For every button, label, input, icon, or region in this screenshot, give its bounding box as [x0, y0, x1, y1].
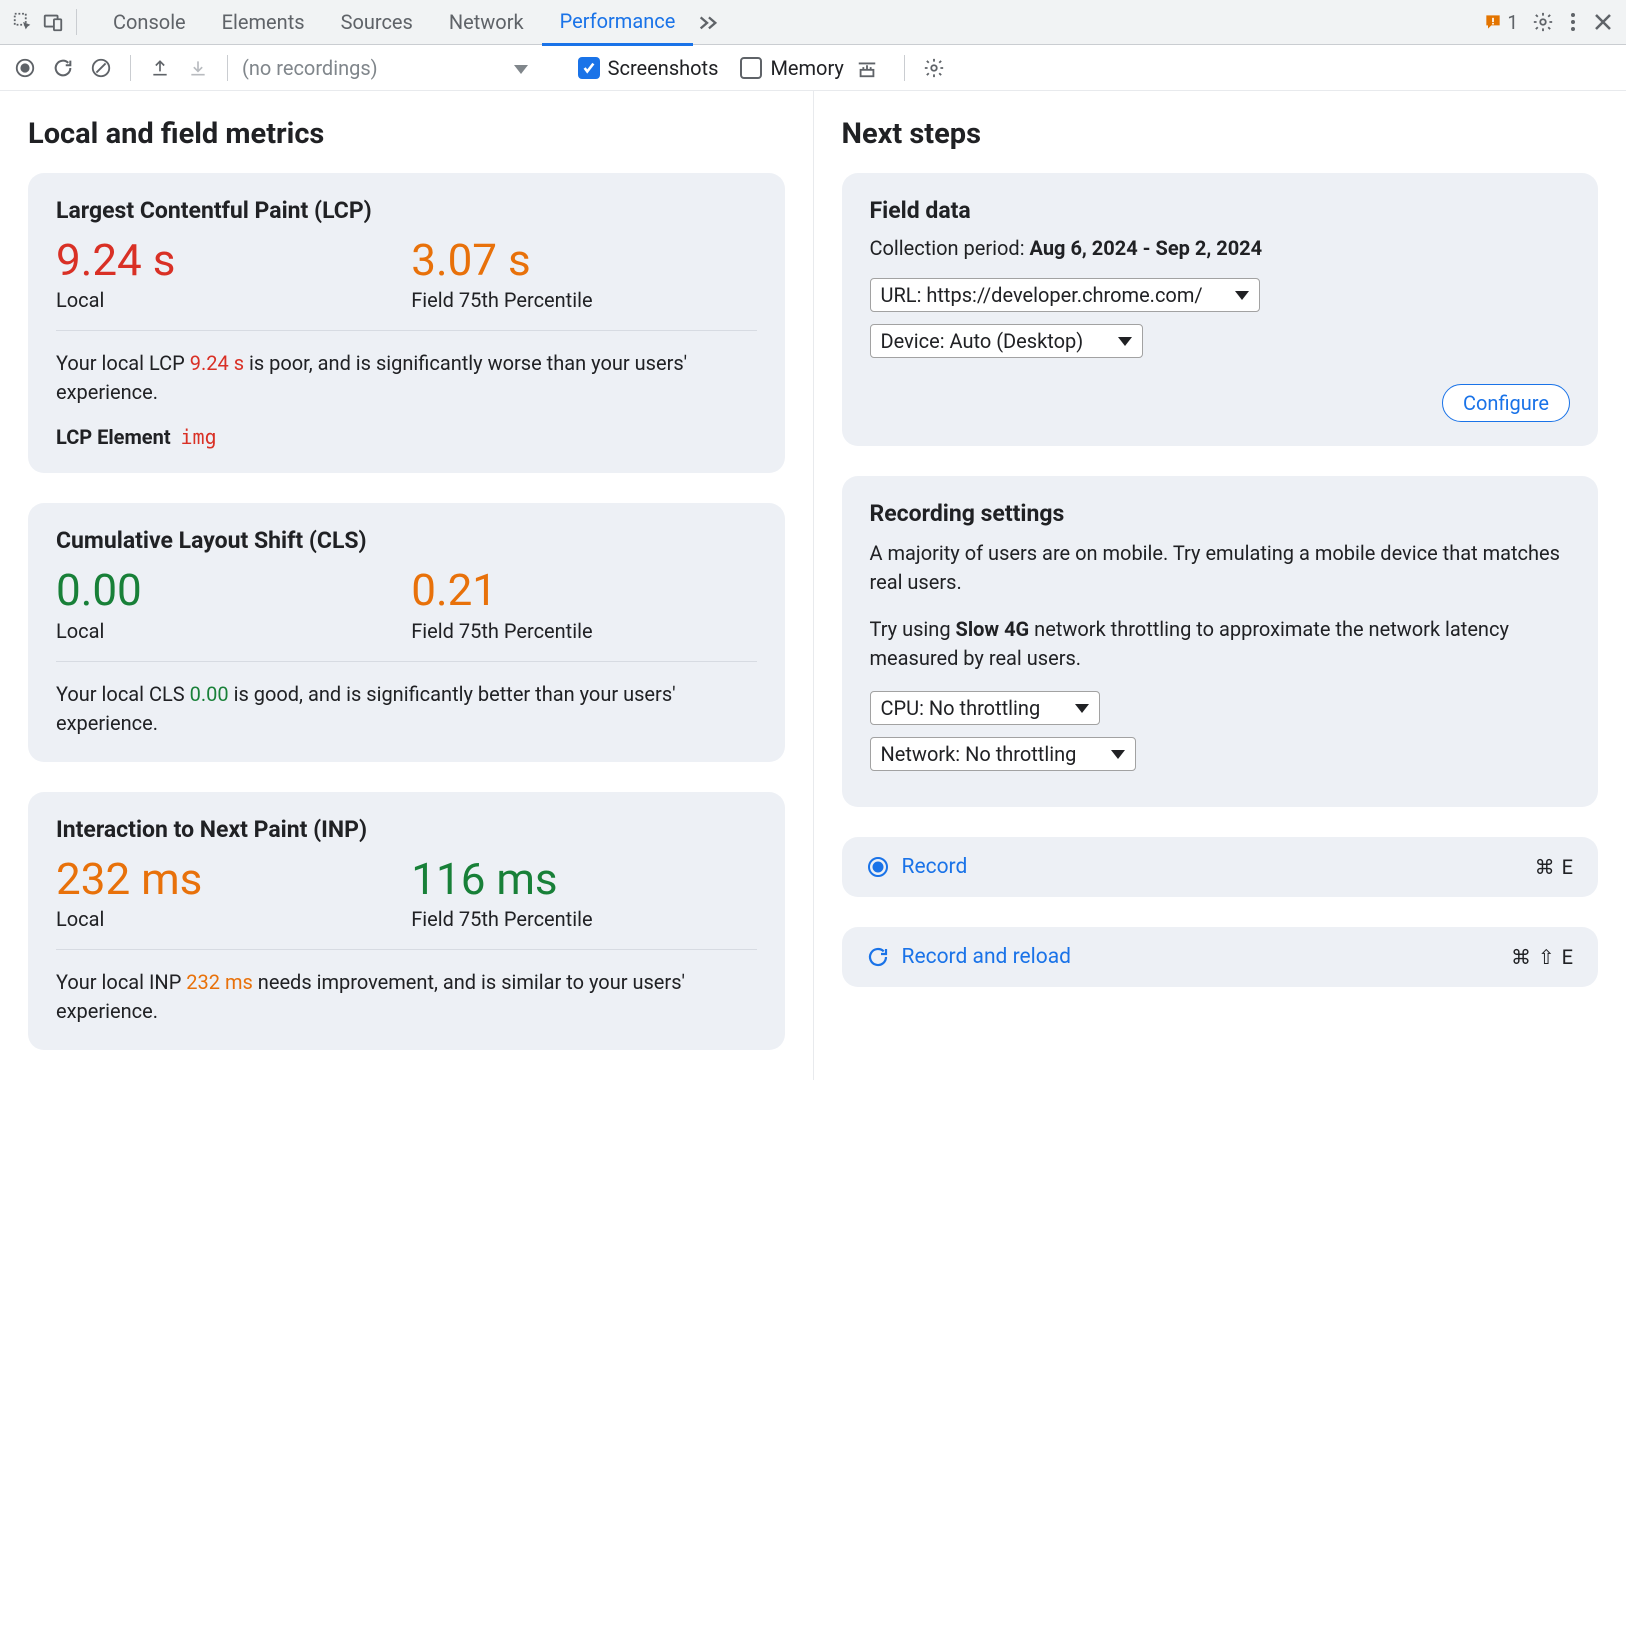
screenshots-label: Screenshots	[608, 56, 719, 80]
device-toggle-icon[interactable]	[38, 7, 68, 37]
lcp-local-value: 9.24 s	[56, 236, 401, 284]
inp-description: Your local INP 232 ms needs improvement,…	[56, 968, 757, 1026]
inp-title: Interaction to Next Paint (INP)	[56, 816, 757, 843]
inspect-icon[interactable]	[8, 7, 38, 37]
record-button[interactable]: Record	[866, 855, 968, 879]
lcp-field-value: 3.07 s	[411, 236, 756, 284]
tab-network[interactable]: Network	[431, 0, 542, 44]
cls-local-value: 0.00	[56, 566, 401, 614]
memory-label: Memory	[770, 56, 843, 80]
kebab-icon[interactable]	[1558, 7, 1588, 37]
tab-elements[interactable]: Elements	[204, 0, 323, 44]
record-reload-label: Record and reload	[902, 945, 1072, 969]
divider	[76, 9, 77, 35]
clear-icon[interactable]	[86, 53, 116, 83]
download-icon[interactable]	[183, 53, 213, 83]
metrics-heading: Local and field metrics	[28, 117, 785, 151]
divider	[904, 55, 905, 81]
lcp-card: Largest Contentful Paint (LCP) 9.24 s Lo…	[28, 173, 785, 473]
next-steps-heading: Next steps	[842, 117, 1599, 151]
divider	[227, 55, 228, 81]
record-reload-button[interactable]: Record and reload	[866, 945, 1072, 969]
garbage-collect-icon[interactable]	[852, 53, 882, 83]
panel-settings-icon[interactable]	[919, 53, 949, 83]
record-reload-action-card: Record and reload ⌘ ⇧ E	[842, 927, 1599, 987]
cls-field-label: Field 75th Percentile	[411, 619, 756, 643]
cls-title: Cumulative Layout Shift (CLS)	[56, 527, 757, 554]
inp-field-value: 116 ms	[411, 855, 756, 903]
record-icon[interactable]	[10, 53, 40, 83]
cls-local-label: Local	[56, 619, 401, 643]
recording-settings-title: Recording settings	[870, 500, 1571, 527]
divider	[130, 55, 131, 81]
lcp-local-label: Local	[56, 288, 401, 312]
tab-sources[interactable]: Sources	[323, 0, 431, 44]
more-tabs-icon[interactable]	[693, 7, 723, 37]
performance-toolbar: (no recordings) Screenshots Memory	[0, 45, 1626, 91]
cls-card: Cumulative Layout Shift (CLS) 0.00 Local…	[28, 503, 785, 761]
gear-icon[interactable]	[1528, 7, 1558, 37]
recording-settings-card: Recording settings A majority of users a…	[842, 476, 1599, 807]
lcp-description: Your local LCP 9.24 s is poor, and is si…	[56, 349, 757, 407]
cls-description: Your local CLS 0.00 is good, and is sign…	[56, 680, 757, 738]
field-data-title: Field data	[870, 197, 1571, 224]
lcp-field-label: Field 75th Percentile	[411, 288, 756, 312]
collection-period: Collection period: Aug 6, 2024 - Sep 2, …	[870, 236, 1571, 260]
screenshots-checkbox[interactable]: Screenshots	[578, 56, 719, 80]
recordings-dropdown-caret[interactable]	[514, 56, 528, 79]
reload-icon[interactable]	[48, 53, 78, 83]
inp-local-value: 232 ms	[56, 855, 401, 903]
network-select[interactable]: Network: No throttling	[870, 737, 1137, 771]
recording-p2: Try using Slow 4G network throttling to …	[870, 615, 1571, 673]
cpu-select[interactable]: CPU: No throttling	[870, 691, 1101, 725]
url-select[interactable]: URL: https://developer.chrome.com/	[870, 278, 1260, 312]
lcp-element-row[interactable]: LCP Element img	[56, 425, 757, 449]
inp-card: Interaction to Next Paint (INP) 232 ms L…	[28, 792, 785, 1050]
inp-local-label: Local	[56, 907, 401, 931]
recordings-dropdown-label: (no recordings)	[242, 56, 378, 80]
next-steps-column: Next steps Field data Collection period:…	[814, 91, 1626, 1080]
devtools-tabbar: Console Elements Sources Network Perform…	[0, 0, 1626, 45]
field-data-card: Field data Collection period: Aug 6, 202…	[842, 173, 1599, 446]
lcp-title: Largest Contentful Paint (LCP)	[56, 197, 757, 224]
device-select[interactable]: Device: Auto (Desktop)	[870, 324, 1144, 358]
close-icon[interactable]	[1588, 7, 1618, 37]
memory-checkbox[interactable]: Memory	[740, 56, 843, 80]
inp-field-label: Field 75th Percentile	[411, 907, 756, 931]
record-label: Record	[902, 855, 968, 879]
record-reload-shortcut: ⌘ ⇧ E	[1511, 945, 1574, 969]
issues-count: 1	[1507, 11, 1518, 34]
issues-badge[interactable]: 1	[1483, 11, 1518, 34]
metrics-column: Local and field metrics Largest Contentf…	[0, 91, 813, 1080]
tab-performance[interactable]: Performance	[542, 0, 694, 46]
tab-console[interactable]: Console	[95, 0, 204, 44]
configure-button[interactable]: Configure	[1442, 384, 1570, 422]
upload-icon[interactable]	[145, 53, 175, 83]
cls-field-value: 0.21	[411, 566, 756, 614]
recording-p1: A majority of users are on mobile. Try e…	[870, 539, 1571, 597]
record-shortcut: ⌘ E	[1535, 855, 1574, 879]
record-action-card: Record ⌘ E	[842, 837, 1599, 897]
